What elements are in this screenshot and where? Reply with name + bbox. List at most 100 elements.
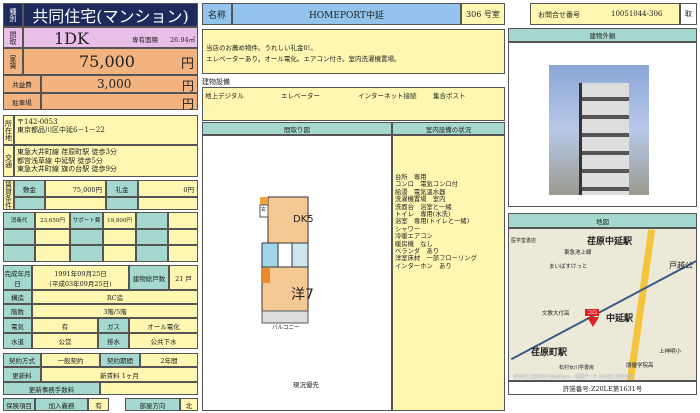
room-balcony: バルコニー [272, 325, 300, 331]
transit-box: 東急大井町線 荏原町駅 徒歩3分 都営浅草線 中延駅 徒歩5分 東急大井町線 旗… [14, 145, 198, 177]
map-road [625, 229, 656, 380]
map-label: 上神明小 [659, 349, 682, 355]
facility-item: インターネット接続 [358, 92, 417, 100]
exterior-header: 建物外観 [508, 28, 697, 42]
map-label: 荏原中延駅 [587, 237, 633, 247]
lease-label: 賃貸条件 [3, 180, 14, 210]
facility-item: 集合ポスト [433, 92, 466, 100]
room-entrance: 玄 [261, 207, 267, 213]
gas-label: ガス [98, 318, 129, 333]
floorplan-note: 現況優先 [293, 381, 319, 389]
built-date: 1991年09月25日 [54, 269, 107, 278]
support-label: サポート費 [70, 212, 103, 229]
keymoney-value: 0円 [138, 180, 198, 197]
common-row: 3,000 円 [41, 75, 198, 93]
rent-label: 家賃 [3, 48, 23, 75]
floor-value: 3階/5階 [32, 304, 198, 318]
built-date-jp: (平成03年09月25日) [49, 279, 112, 288]
map-label: 松村女川学書房 [559, 365, 595, 371]
building-photo [549, 65, 649, 195]
equipment-list: 台所 専用 コンロ 電気コンロ付 給湯 電気温水器 洗濯機置場 室内 洗面台 浴… [392, 135, 505, 411]
address: 東京都品川区中延6－1－22 [17, 126, 105, 134]
remarks-box: 当店のお薦め物件。うれしい礼金0!。 エレベーターあり。オール電化。エアコン付き… [202, 29, 505, 74]
area-value: 26.94㎡ [170, 36, 196, 44]
built-label: 完成年月日 [3, 265, 32, 290]
type-label: 種別 [3, 3, 23, 27]
map-label: 戸越公 [669, 261, 693, 270]
insurance-requirement: 加入義務 [35, 398, 88, 411]
facilities-label: 建物設備 [202, 78, 230, 86]
equipment-item: インターホン あり [395, 262, 452, 270]
insurance-label: 保険項目 [3, 398, 35, 411]
map-copyright: ©2021 ZENRIN DataCom・地図データ ©2021 ZENRIN [513, 375, 633, 380]
property-type: 共同住宅(マンション) [23, 3, 198, 27]
transit-label: 交通 [3, 145, 14, 177]
structure-value: RC造 [32, 290, 198, 304]
elec-label: 電気 [3, 318, 32, 333]
room-western: 洋7 [291, 287, 314, 303]
floorplan-header: 間取り図 [202, 122, 392, 135]
renew-fee-label: 更新事務手数料 [3, 382, 100, 395]
fees-table: 消毒代 23,650円 サポート費 19,800円 [3, 212, 198, 262]
renew-label: 更新料 [3, 367, 41, 382]
inquiry-box: お問合せ番号 10051044-306 [530, 3, 680, 25]
area-label: 専有面積 [132, 36, 158, 44]
disinfect-value: 23,650円 [35, 212, 70, 229]
parking-yen: 円 [181, 97, 194, 111]
room-dk: DK5 [293, 214, 314, 225]
common-yen: 円 [181, 79, 194, 93]
elec-value: 有 [32, 318, 98, 333]
cell [106, 197, 138, 210]
parking-row: 円 [41, 93, 198, 111]
common-fee-value: 3,000 [97, 77, 132, 91]
rent-row: 75,000 円 [23, 48, 198, 75]
equipment-item: 洋室床材 一部フローリング [395, 255, 477, 263]
structure-label: 構造 [3, 290, 32, 304]
equipment-item: 洗濯機置場 室内 [395, 196, 446, 204]
renew-value: 新賃料 1ヶ月 [41, 367, 198, 382]
layout-label: 間取 [3, 27, 23, 48]
map[interactable]: 荏原中延駅 東急池上線 まいばすけっと 中延駅 荏原町駅 文教大付高 上神明小 … [508, 228, 697, 381]
water-label: 水道 [3, 333, 32, 349]
license-number: 許諾番号:Z20LE第1631号 [508, 381, 697, 395]
remark-line: 当店のお薦め物件。うれしい礼金0!。 [206, 44, 317, 52]
built-box: 1991年09月25日 (平成03年09月25日) [32, 265, 129, 290]
map-label: 文教大付高 [542, 311, 570, 317]
deposit-label: 敷金 [14, 180, 45, 197]
facility-item: 地上デジタル [205, 92, 244, 100]
name-label: 名称 [202, 3, 232, 25]
layout-value: 1DK [54, 29, 89, 48]
inquiry-number: 10051044-306 [611, 10, 663, 18]
parking-label: 駐車場 [3, 93, 41, 110]
exterior-photo-frame [508, 42, 697, 207]
layout-row: 1DK 専有面積 26.94㎡ [23, 27, 198, 48]
floor-label: 階数 [3, 304, 32, 318]
equipment-item: 洗面台 浴室と一緒 [395, 203, 452, 211]
equipment-item: コンロ 電気コンロ付 [395, 181, 458, 189]
cell [138, 197, 198, 210]
common-fee-label: 共益費 [3, 75, 41, 93]
units-label: 建物総戸数 [129, 265, 169, 290]
property-name: HOMEPORT中延 [232, 3, 461, 25]
deposit-value: 75,000円 [45, 180, 106, 197]
handling-badge: 取 [680, 3, 697, 25]
transit-line: 都営浅草線 中延駅 徒歩5分 [17, 156, 103, 165]
inquiry-label: お問合せ番号 [538, 11, 580, 19]
equipment-header: 室内設備の状況 [392, 122, 505, 135]
transit-line: 東急大井町線 荏原町駅 徒歩3分 [17, 148, 117, 156]
renew-fee-value [100, 382, 198, 395]
map-label: 中延駅 [606, 314, 634, 324]
direction-value: 北 [180, 398, 198, 411]
address-box: 〒142-0053 東京都品川区中延6－1－22 [14, 115, 198, 145]
direction-label: 部屋方向 [125, 398, 180, 411]
drain-value: 公共下水 [129, 333, 198, 349]
building-shape [579, 83, 629, 195]
map-label: 東急池上線 [564, 250, 592, 256]
rent-yen: 円 [180, 57, 194, 72]
cell [14, 197, 45, 210]
remark-line: エレベーターあり。オール電化。エアコン付き。室内洗濯機置場。 [206, 55, 401, 63]
equipment-item: 冷暖エアコン [395, 233, 433, 241]
gas-value: オール電化 [129, 318, 198, 333]
equipment-item: 浴室 専用(トイレと一緒) [395, 218, 470, 226]
map-label: まいばすけっと [549, 264, 588, 270]
